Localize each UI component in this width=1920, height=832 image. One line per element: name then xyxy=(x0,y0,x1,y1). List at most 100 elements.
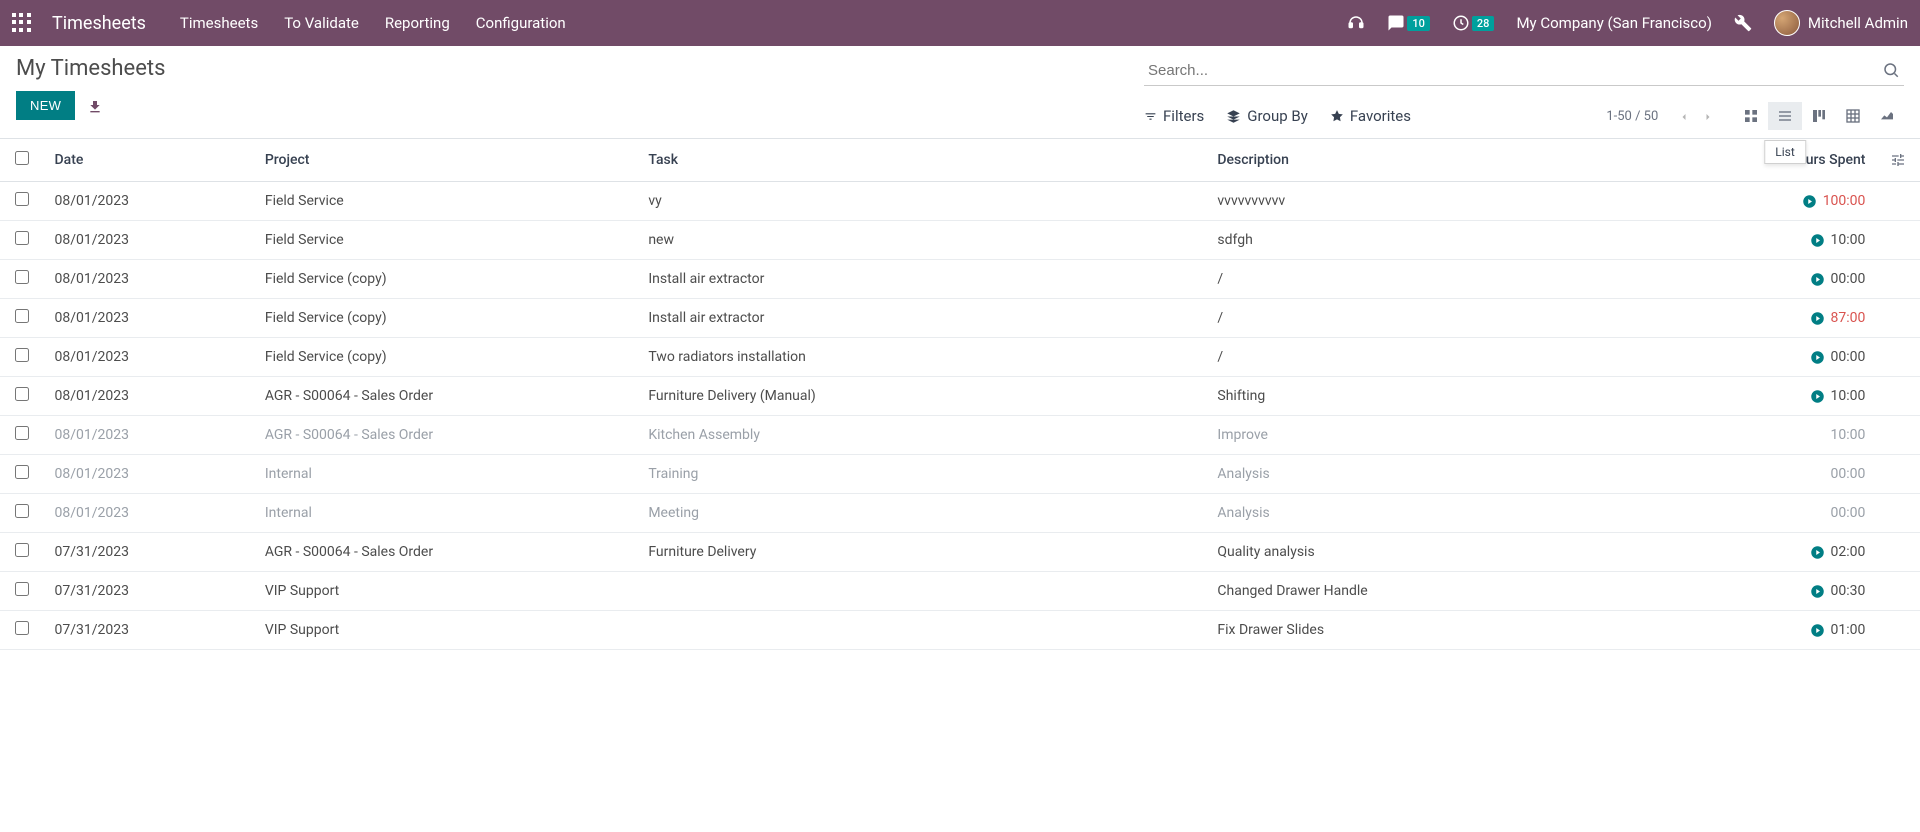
play-icon[interactable] xyxy=(1810,389,1825,404)
voip-icon[interactable] xyxy=(1347,14,1365,32)
view-grid-icon[interactable] xyxy=(1734,102,1768,130)
cell-project: AGR - S00064 - Sales Order xyxy=(255,377,639,416)
cell-date: 08/01/2023 xyxy=(45,377,255,416)
cell-hours: 01:00 xyxy=(1702,611,1875,650)
cp-row2: Filters Group By Favorites 1-50 / 50 xyxy=(1144,102,1904,130)
play-icon[interactable] xyxy=(1810,545,1825,560)
table-row[interactable]: 08/01/2023Field Service (copy)Install ai… xyxy=(0,260,1920,299)
cell-date: 07/31/2023 xyxy=(45,611,255,650)
row-checkbox[interactable] xyxy=(15,387,29,401)
cell-description: Fix Drawer Slides xyxy=(1207,611,1702,650)
column-settings-icon[interactable] xyxy=(1890,152,1906,168)
row-checkbox[interactable] xyxy=(15,192,29,206)
table-row[interactable]: 08/01/2023AGR - S00064 - Sales OrderFurn… xyxy=(0,377,1920,416)
avatar xyxy=(1774,10,1800,36)
table-wrap[interactable]: Date Project Task Description Hours Spen… xyxy=(0,139,1920,831)
nav-to-validate[interactable]: To Validate xyxy=(284,14,359,32)
play-icon[interactable] xyxy=(1810,272,1825,287)
search-icon[interactable] xyxy=(1882,60,1900,79)
debug-icon[interactable] xyxy=(1734,14,1752,32)
play-icon[interactable] xyxy=(1802,194,1817,209)
table-row[interactable]: 08/01/2023AGR - S00064 - Sales OrderKitc… xyxy=(0,416,1920,455)
table-row[interactable]: 07/31/2023VIP SupportFix Drawer Slides01… xyxy=(0,611,1920,650)
new-button[interactable]: NEW xyxy=(16,91,75,120)
play-icon[interactable] xyxy=(1810,311,1825,326)
filter-group: Filters Group By Favorites xyxy=(1144,107,1411,125)
table-row[interactable]: 08/01/2023Field Service (copy)Install ai… xyxy=(0,299,1920,338)
row-checkbox[interactable] xyxy=(15,621,29,635)
apps-icon[interactable] xyxy=(12,13,32,33)
table-body: 08/01/2023Field Servicevyvvvvvvvvvv100:0… xyxy=(0,182,1920,650)
row-checkbox[interactable] xyxy=(15,543,29,557)
cell-description: / xyxy=(1207,338,1702,377)
user-menu[interactable]: Mitchell Admin xyxy=(1774,10,1908,36)
favorites-button[interactable]: Favorites xyxy=(1330,107,1411,125)
page-title: My Timesheets xyxy=(16,56,165,81)
play-icon[interactable] xyxy=(1810,350,1825,365)
cell-date: 08/01/2023 xyxy=(45,299,255,338)
download-icon[interactable] xyxy=(87,96,103,115)
table-row[interactable]: 08/01/2023InternalMeetingAnalysis00:00 xyxy=(0,494,1920,533)
pager-prev[interactable] xyxy=(1674,107,1698,125)
row-checkbox[interactable] xyxy=(15,231,29,245)
table-row[interactable]: 08/01/2023Field Servicenewsdfgh10:00 xyxy=(0,221,1920,260)
hours-value: 87:00 xyxy=(1831,310,1866,326)
header-description[interactable]: Description xyxy=(1207,139,1702,182)
cell-hours: 87:00 xyxy=(1702,299,1875,338)
cell-task: Training xyxy=(638,455,1207,494)
timesheet-table: Date Project Task Description Hours Spen… xyxy=(0,139,1920,650)
table-row[interactable]: 08/01/2023InternalTrainingAnalysis00:00 xyxy=(0,455,1920,494)
row-checkbox[interactable] xyxy=(15,504,29,518)
cell-hours: 02:00 xyxy=(1702,533,1875,572)
nav-timesheets[interactable]: Timesheets xyxy=(180,14,258,32)
cell-task: vy xyxy=(638,182,1207,221)
select-all-checkbox[interactable] xyxy=(15,151,29,165)
cell-project: Internal xyxy=(255,455,639,494)
view-graph-icon[interactable] xyxy=(1870,102,1904,130)
nav-configuration[interactable]: Configuration xyxy=(476,14,566,32)
table-row[interactable]: 07/31/2023VIP SupportChanged Drawer Hand… xyxy=(0,572,1920,611)
view-list-icon[interactable]: List xyxy=(1768,102,1802,130)
cell-task xyxy=(638,611,1207,650)
play-icon[interactable] xyxy=(1810,233,1825,248)
cell-date: 07/31/2023 xyxy=(45,572,255,611)
table-row[interactable]: 07/31/2023AGR - S00064 - Sales OrderFurn… xyxy=(0,533,1920,572)
header-date[interactable]: Date xyxy=(45,139,255,182)
view-pivot-icon[interactable] xyxy=(1836,102,1870,130)
filters-button[interactable]: Filters xyxy=(1144,107,1204,125)
cell-hours: 00:00 xyxy=(1702,338,1875,377)
header-task[interactable]: Task xyxy=(638,139,1207,182)
row-checkbox[interactable] xyxy=(15,465,29,479)
groupby-button[interactable]: Group By xyxy=(1226,107,1308,125)
play-icon[interactable] xyxy=(1810,623,1825,638)
cell-project: Internal xyxy=(255,494,639,533)
view-kanban-icon[interactable] xyxy=(1802,102,1836,130)
activities-badge: 28 xyxy=(1472,16,1495,31)
cell-project: Field Service (copy) xyxy=(255,338,639,377)
activities-icon[interactable]: 28 xyxy=(1452,14,1495,32)
cell-description: vvvvvvvvvv xyxy=(1207,182,1702,221)
cell-date: 08/01/2023 xyxy=(45,416,255,455)
table-row[interactable]: 08/01/2023Field Service (copy)Two radiat… xyxy=(0,338,1920,377)
pager-text: 1-50 / 50 xyxy=(1606,109,1658,124)
cell-description: Analysis xyxy=(1207,455,1702,494)
search-input[interactable] xyxy=(1144,56,1904,86)
play-icon[interactable] xyxy=(1810,584,1825,599)
row-checkbox[interactable] xyxy=(15,348,29,362)
header-project[interactable]: Project xyxy=(255,139,639,182)
messages-icon[interactable]: 10 xyxy=(1387,14,1430,32)
row-checkbox[interactable] xyxy=(15,309,29,323)
row-checkbox[interactable] xyxy=(15,426,29,440)
nav-reporting[interactable]: Reporting xyxy=(385,14,450,32)
cell-hours: 00:00 xyxy=(1702,494,1875,533)
cell-description: / xyxy=(1207,299,1702,338)
pager-next[interactable] xyxy=(1698,107,1718,125)
hours-value: 10:00 xyxy=(1831,388,1866,404)
cell-task: Furniture Delivery xyxy=(638,533,1207,572)
cell-hours: 100:00 xyxy=(1702,182,1875,221)
cell-task xyxy=(638,572,1207,611)
company-selector[interactable]: My Company (San Francisco) xyxy=(1516,14,1711,32)
table-row[interactable]: 08/01/2023Field Servicevyvvvvvvvvvv100:0… xyxy=(0,182,1920,221)
row-checkbox[interactable] xyxy=(15,270,29,284)
row-checkbox[interactable] xyxy=(15,582,29,596)
